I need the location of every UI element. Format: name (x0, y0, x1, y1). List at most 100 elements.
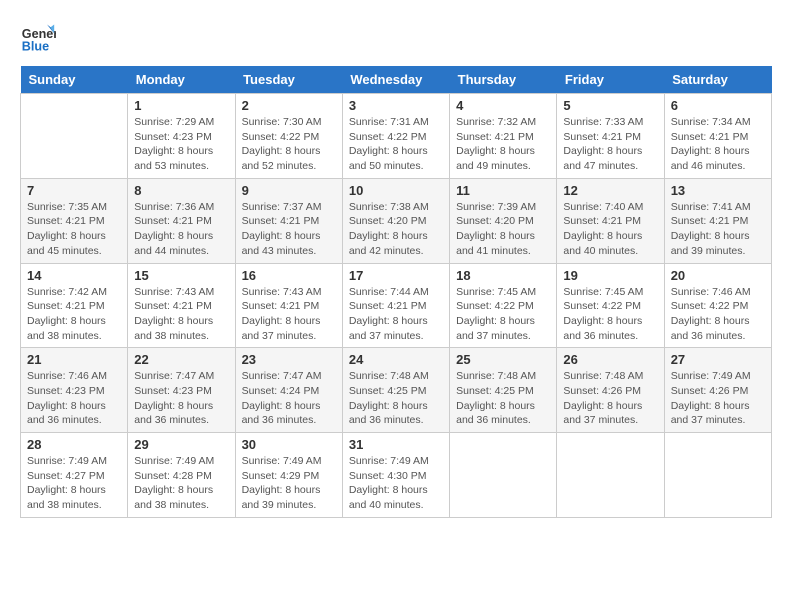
day-number: 29 (134, 437, 228, 452)
logo: General Blue (20, 20, 60, 56)
day-number: 16 (242, 268, 336, 283)
day-info: Sunrise: 7:30 AMSunset: 4:22 PMDaylight:… (242, 115, 336, 174)
week-row-3: 14 Sunrise: 7:42 AMSunset: 4:21 PMDayligh… (21, 263, 772, 348)
day-of-week-monday: Monday (128, 66, 235, 94)
day-number: 19 (563, 268, 657, 283)
day-number: 5 (563, 98, 657, 113)
calendar-cell: 30Sunrise: 7:49 AMSunset: 4:29 PMDayligh… (235, 433, 342, 518)
day-of-week-thursday: Thursday (450, 66, 557, 94)
calendar-cell: 2Sunrise: 7:30 AMSunset: 4:22 PMDaylight… (235, 94, 342, 179)
calendar-cell: 15 Sunrise: 7:43 AMSunset: 4:21 PMDayligh… (128, 263, 235, 348)
day-info: Sunrise: 7:46 AMSunset: 4:23 PMDaylight:… (27, 369, 121, 428)
day-number: 14 (27, 268, 121, 283)
day-info: Sunrise: 7:29 AMSunset: 4:23 PMDaylight:… (134, 115, 228, 174)
day-number: 10 (349, 183, 443, 198)
day-info: Sunrise: 7:44 AMSunset: 4:21 PMDaylight:… (349, 285, 443, 344)
days-of-week-row: SundayMondayTuesdayWednesdayThursdayFrid… (21, 66, 772, 94)
day-of-week-sunday: Sunday (21, 66, 128, 94)
calendar-cell: 21 Sunrise: 7:46 AMSunset: 4:23 PMDayligh… (21, 348, 128, 433)
day-info: Sunrise: 7:36 AMSunset: 4:21 PMDaylight:… (134, 200, 228, 259)
day-number: 23 (242, 352, 336, 367)
day-number: 12 (563, 183, 657, 198)
day-number: 20 (671, 268, 765, 283)
day-info: Sunrise: 7:41 AMSunset: 4:21 PMDaylight:… (671, 200, 765, 259)
calendar-cell (557, 433, 664, 518)
day-number: 8 (134, 183, 228, 198)
day-info: Sunrise: 7:49 AMSunset: 4:28 PMDaylight:… (134, 454, 228, 513)
day-number: 18 (456, 268, 550, 283)
svg-text:Blue: Blue (22, 40, 49, 54)
calendar-cell: 28Sunrise: 7:49 AMSunset: 4:27 PMDayligh… (21, 433, 128, 518)
day-info: Sunrise: 7:40 AMSunset: 4:21 PMDaylight:… (563, 200, 657, 259)
day-number: 1 (134, 98, 228, 113)
calendar-table: SundayMondayTuesdayWednesdayThursdayFrid… (20, 66, 772, 518)
calendar-cell (21, 94, 128, 179)
day-number: 21 (27, 352, 121, 367)
day-number: 11 (456, 183, 550, 198)
day-number: 27 (671, 352, 765, 367)
page-header: General Blue (20, 20, 772, 56)
day-info: Sunrise: 7:45 AMSunset: 4:22 PMDaylight:… (456, 285, 550, 344)
day-of-week-saturday: Saturday (664, 66, 771, 94)
calendar-cell: 20 Sunrise: 7:46 AMSunset: 4:22 PMDayligh… (664, 263, 771, 348)
calendar-cell: 4Sunrise: 7:32 AMSunset: 4:21 PMDaylight… (450, 94, 557, 179)
calendar-cell: 9 Sunrise: 7:37 AMSunset: 4:21 PMDaylight… (235, 178, 342, 263)
day-info: Sunrise: 7:45 AMSunset: 4:22 PMDaylight:… (563, 285, 657, 344)
calendar-cell: 14 Sunrise: 7:42 AMSunset: 4:21 PMDayligh… (21, 263, 128, 348)
calendar-cell: 13 Sunrise: 7:41 AMSunset: 4:21 PMDayligh… (664, 178, 771, 263)
day-info: Sunrise: 7:48 AMSunset: 4:25 PMDaylight:… (456, 369, 550, 428)
calendar-cell: 22 Sunrise: 7:47 AMSunset: 4:23 PMDayligh… (128, 348, 235, 433)
week-row-1: 1 Sunrise: 7:29 AMSunset: 4:23 PMDaylight… (21, 94, 772, 179)
day-info: Sunrise: 7:43 AMSunset: 4:21 PMDaylight:… (242, 285, 336, 344)
logo-icon: General Blue (20, 20, 56, 56)
day-info: Sunrise: 7:49 AMSunset: 4:29 PMDaylight:… (242, 454, 336, 513)
day-info: Sunrise: 7:39 AMSunset: 4:20 PMDaylight:… (456, 200, 550, 259)
day-number: 7 (27, 183, 121, 198)
calendar-cell: 23 Sunrise: 7:47 AMSunset: 4:24 PMDayligh… (235, 348, 342, 433)
day-number: 28 (27, 437, 121, 452)
calendar-cell: 26 Sunrise: 7:48 AMSunset: 4:26 PMDayligh… (557, 348, 664, 433)
day-info: Sunrise: 7:49 AMSunset: 4:26 PMDaylight:… (671, 369, 765, 428)
day-number: 4 (456, 98, 550, 113)
calendar-cell: 27 Sunrise: 7:49 AMSunset: 4:26 PMDayligh… (664, 348, 771, 433)
day-of-week-tuesday: Tuesday (235, 66, 342, 94)
week-row-5: 28Sunrise: 7:49 AMSunset: 4:27 PMDayligh… (21, 433, 772, 518)
day-info: Sunrise: 7:34 AMSunset: 4:21 PMDaylight:… (671, 115, 765, 174)
calendar-cell: 11 Sunrise: 7:39 AMSunset: 4:20 PMDayligh… (450, 178, 557, 263)
day-info: Sunrise: 7:43 AMSunset: 4:21 PMDaylight:… (134, 285, 228, 344)
day-info: Sunrise: 7:38 AMSunset: 4:20 PMDaylight:… (349, 200, 443, 259)
calendar-body: 1 Sunrise: 7:29 AMSunset: 4:23 PMDaylight… (21, 94, 772, 518)
day-info: Sunrise: 7:48 AMSunset: 4:26 PMDaylight:… (563, 369, 657, 428)
day-info: Sunrise: 7:37 AMSunset: 4:21 PMDaylight:… (242, 200, 336, 259)
day-info: Sunrise: 7:47 AMSunset: 4:23 PMDaylight:… (134, 369, 228, 428)
day-number: 31 (349, 437, 443, 452)
calendar-cell: 19 Sunrise: 7:45 AMSunset: 4:22 PMDayligh… (557, 263, 664, 348)
day-number: 22 (134, 352, 228, 367)
day-number: 15 (134, 268, 228, 283)
day-info: Sunrise: 7:42 AMSunset: 4:21 PMDaylight:… (27, 285, 121, 344)
day-number: 9 (242, 183, 336, 198)
calendar-cell: 8 Sunrise: 7:36 AMSunset: 4:21 PMDaylight… (128, 178, 235, 263)
calendar-cell: 17Sunrise: 7:44 AMSunset: 4:21 PMDayligh… (342, 263, 449, 348)
day-number: 24 (349, 352, 443, 367)
day-number: 6 (671, 98, 765, 113)
day-of-week-friday: Friday (557, 66, 664, 94)
calendar-cell (664, 433, 771, 518)
day-info: Sunrise: 7:46 AMSunset: 4:22 PMDaylight:… (671, 285, 765, 344)
calendar-cell: 24Sunrise: 7:48 AMSunset: 4:25 PMDayligh… (342, 348, 449, 433)
calendar-cell: 6 Sunrise: 7:34 AMSunset: 4:21 PMDaylight… (664, 94, 771, 179)
calendar-cell: 7 Sunrise: 7:35 AMSunset: 4:21 PMDaylight… (21, 178, 128, 263)
calendar-cell: 25Sunrise: 7:48 AMSunset: 4:25 PMDayligh… (450, 348, 557, 433)
day-number: 26 (563, 352, 657, 367)
calendar-cell: 12 Sunrise: 7:40 AMSunset: 4:21 PMDayligh… (557, 178, 664, 263)
day-info: Sunrise: 7:49 AMSunset: 4:30 PMDaylight:… (349, 454, 443, 513)
calendar-cell: 31 Sunrise: 7:49 AMSunset: 4:30 PMDayligh… (342, 433, 449, 518)
calendar-cell: 1 Sunrise: 7:29 AMSunset: 4:23 PMDaylight… (128, 94, 235, 179)
week-row-4: 21 Sunrise: 7:46 AMSunset: 4:23 PMDayligh… (21, 348, 772, 433)
day-info: Sunrise: 7:35 AMSunset: 4:21 PMDaylight:… (27, 200, 121, 259)
day-number: 13 (671, 183, 765, 198)
calendar-cell: 18 Sunrise: 7:45 AMSunset: 4:22 PMDayligh… (450, 263, 557, 348)
calendar-cell: 16 Sunrise: 7:43 AMSunset: 4:21 PMDayligh… (235, 263, 342, 348)
day-info: Sunrise: 7:47 AMSunset: 4:24 PMDaylight:… (242, 369, 336, 428)
day-info: Sunrise: 7:31 AMSunset: 4:22 PMDaylight:… (349, 115, 443, 174)
